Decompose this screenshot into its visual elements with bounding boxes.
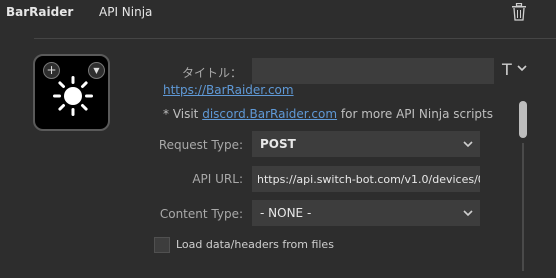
request-type-value: POST xyxy=(260,137,296,151)
discord-link[interactable]: discord.BarRaider.com xyxy=(202,107,337,121)
scrollbar[interactable] xyxy=(519,101,527,273)
header: BarRaider API Ninja xyxy=(0,0,556,26)
load-data-checkbox[interactable] xyxy=(154,237,170,253)
barraider-link[interactable]: https://BarRaider.com xyxy=(163,83,294,97)
chevron-down-icon xyxy=(463,210,473,217)
content-type-label: Content Type: xyxy=(159,207,243,221)
chevron-down-icon[interactable] xyxy=(516,63,528,73)
visit-prefix: * Visit xyxy=(163,107,203,121)
key-preview[interactable]: + ▼ xyxy=(33,54,110,131)
scrollbar-track[interactable] xyxy=(522,143,524,271)
title-input[interactable] xyxy=(252,58,494,84)
api-url-value: https://api.switch-bot.com/v1.0/devices/… xyxy=(257,173,480,186)
api-url-label: API URL: xyxy=(192,172,243,186)
scrollbar-thumb[interactable] xyxy=(519,101,527,138)
visit-note: * Visit discord.BarRaider.com for more A… xyxy=(163,107,493,121)
trash-icon[interactable] xyxy=(511,3,527,21)
request-type-select[interactable]: POST xyxy=(252,131,480,157)
content-type-select[interactable]: - NONE - xyxy=(252,200,480,226)
load-data-label[interactable]: Load data/headers from files xyxy=(176,238,334,251)
plugin-name: API Ninja xyxy=(99,5,153,19)
sun-icon xyxy=(53,76,93,116)
title-label: タイトル： xyxy=(181,66,242,80)
brand-name: BarRaider xyxy=(6,5,74,19)
api-url-input[interactable]: https://api.switch-bot.com/v1.0/devices/… xyxy=(252,166,480,192)
content-type-value: - NONE - xyxy=(260,206,312,220)
visit-suffix: for more API Ninja scripts xyxy=(337,107,493,121)
text-format-icon[interactable]: T xyxy=(502,60,512,79)
header-divider xyxy=(34,38,556,39)
chevron-down-icon xyxy=(463,141,473,148)
request-type-label: Request Type: xyxy=(158,138,243,152)
